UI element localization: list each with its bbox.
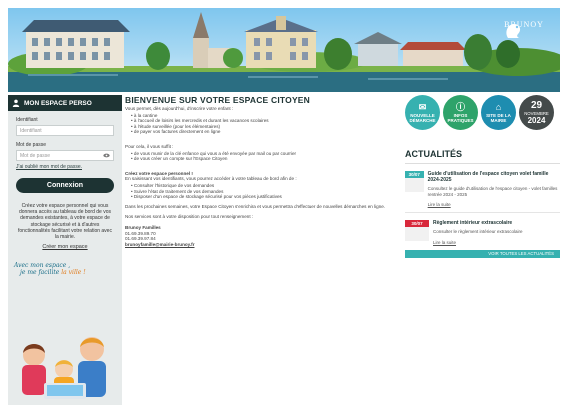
read-more-link[interactable]: Lire la suite [433, 240, 523, 245]
brand-logo[interactable]: BRUNOY [502, 18, 546, 38]
news-item[interactable]: 30/07 Règlement intérieur extrascolaire … [405, 220, 560, 245]
dashboard-list: Consulter l'historique de vos demandes S… [131, 183, 401, 200]
news-date: 30/07 [405, 220, 429, 227]
requirements-list: de vous munir de la clé enfance qui vous… [131, 151, 401, 162]
eye-icon[interactable] [103, 153, 110, 158]
slogan: Avec mon espace , je me facilite la vill… [14, 262, 122, 276]
main-content: BIENVENUE SUR VOTRE ESPACE CITOYEN Vous … [125, 95, 401, 405]
list-item: de payer vos factures directement en lig… [131, 129, 401, 135]
slogan-line-1: Avec mon espace , [14, 262, 71, 270]
password-label: Mot de passe [16, 142, 47, 148]
news-date-tag: 30/07 [405, 171, 424, 207]
all-news-button[interactable]: VOIR TOUTES LES ACTUALITÉS [405, 249, 560, 258]
town-site-label: SITE DE LA MAIRIE [486, 112, 511, 123]
practical-info-button[interactable]: ⓘ INFOS PRATIQUES [443, 95, 478, 130]
id-field[interactable]: Identifiant [16, 125, 114, 136]
news-heading: ACTUALITÉS [405, 149, 560, 164]
contact-email-link[interactable]: brunoyfamille@mairie-brunoy.fr [125, 242, 401, 248]
slogan-line-2: je me facilite la ville ! [20, 269, 122, 276]
id-placeholder: Identifiant [20, 128, 42, 134]
news-item[interactable]: 30/07 Guide d'utilisation de l'espace ci… [405, 171, 560, 207]
create-space-text: En saisissant vos identifiants, vous pou… [125, 176, 297, 182]
sidebar-heading-label: MON ESPACE PERSO [24, 99, 92, 107]
divider [405, 212, 560, 213]
news-body: Guide d'utilisation de l'espace citoyen … [428, 171, 560, 207]
slogan-highlight: la ville ! [61, 269, 86, 277]
news-thumbnail [405, 178, 424, 192]
header-banner: BRUNOY [8, 8, 560, 92]
forgot-password-link[interactable]: J'ai oublié mon mot de passe. [16, 164, 114, 170]
news-title[interactable]: Règlement intérieur extrascolaire [433, 220, 523, 226]
password-field[interactable]: Mot de passe [16, 150, 114, 161]
id-label: Identifiant [16, 117, 38, 123]
list-item: de vous créer un compte sur l'Espace Cit… [131, 156, 401, 162]
future-text: Dans les prochaines semaines, votre Espa… [125, 203, 386, 209]
date-day: 29 [530, 99, 543, 111]
sidebar-login: MON ESPACE PERSO Identifiant Identifiant… [8, 95, 122, 405]
town-illustration [8, 12, 560, 92]
news-title[interactable]: Guide d'utilisation de l'espace citoyen … [428, 171, 560, 183]
sidebar-info-text: Créez votre espace personnel qui vous do… [18, 203, 112, 241]
date-year: 2024 [527, 115, 546, 125]
practical-info-label: INFOS PRATIQUES [447, 112, 474, 123]
news-description: Consultez le guide d'utilisation de l'es… [427, 186, 558, 197]
squirrel-logo-icon [506, 24, 521, 38]
info-icon: ⓘ [455, 101, 465, 112]
news-thumbnail [405, 227, 429, 241]
news-date-tag: 30/07 [405, 220, 429, 245]
family-illustration [22, 337, 106, 399]
create-account-link[interactable]: Créer mon espace [8, 244, 122, 250]
user-icon [12, 99, 20, 107]
login-button[interactable]: Connexion [16, 178, 114, 193]
quick-links: ✉ NOUVELLE DÉMARCHE ⓘ INFOS PRATIQUES ⌂ … [405, 95, 560, 130]
document-icon: ✉ [418, 101, 427, 112]
new-request-button[interactable]: ✉ NOUVELLE DÉMARCHE [405, 95, 440, 130]
right-column: ✉ NOUVELLE DÉMARCHE ⓘ INFOS PRATIQUES ⌂ … [405, 95, 560, 405]
home-icon: ⌂ [495, 101, 502, 112]
date-badge: 29 NOVEMBRE 2024 [519, 95, 554, 130]
list-item: Disposer d'un espace de stockage sécuris… [131, 194, 401, 200]
services-list: à la cantine à l'accueil de loisirs les … [131, 113, 401, 135]
page-title: BIENVENUE SUR VOTRE ESPACE CITOYEN [125, 95, 311, 105]
intro-text: Vous permet, dès aujourd'hui, d'inscrire… [125, 106, 234, 111]
requirements-intro: Pour cela, il vous suffit : [125, 143, 174, 149]
read-more-link[interactable]: Lire la suite [428, 202, 560, 207]
new-request-label: NOUVELLE DÉMARCHE [409, 112, 436, 123]
town-site-button[interactable]: ⌂ SITE DE LA MAIRIE [481, 95, 516, 130]
sidebar-heading: MON ESPACE PERSO [8, 95, 122, 111]
news-body: Règlement intérieur extrascolaire Consul… [433, 220, 523, 245]
news-date: 30/07 [405, 171, 424, 178]
news-description: Consulter le règlement intérieur extrasc… [433, 229, 523, 234]
password-placeholder: Mot de passe [20, 153, 51, 159]
slogan-line-2a: je me facilite [20, 269, 62, 277]
